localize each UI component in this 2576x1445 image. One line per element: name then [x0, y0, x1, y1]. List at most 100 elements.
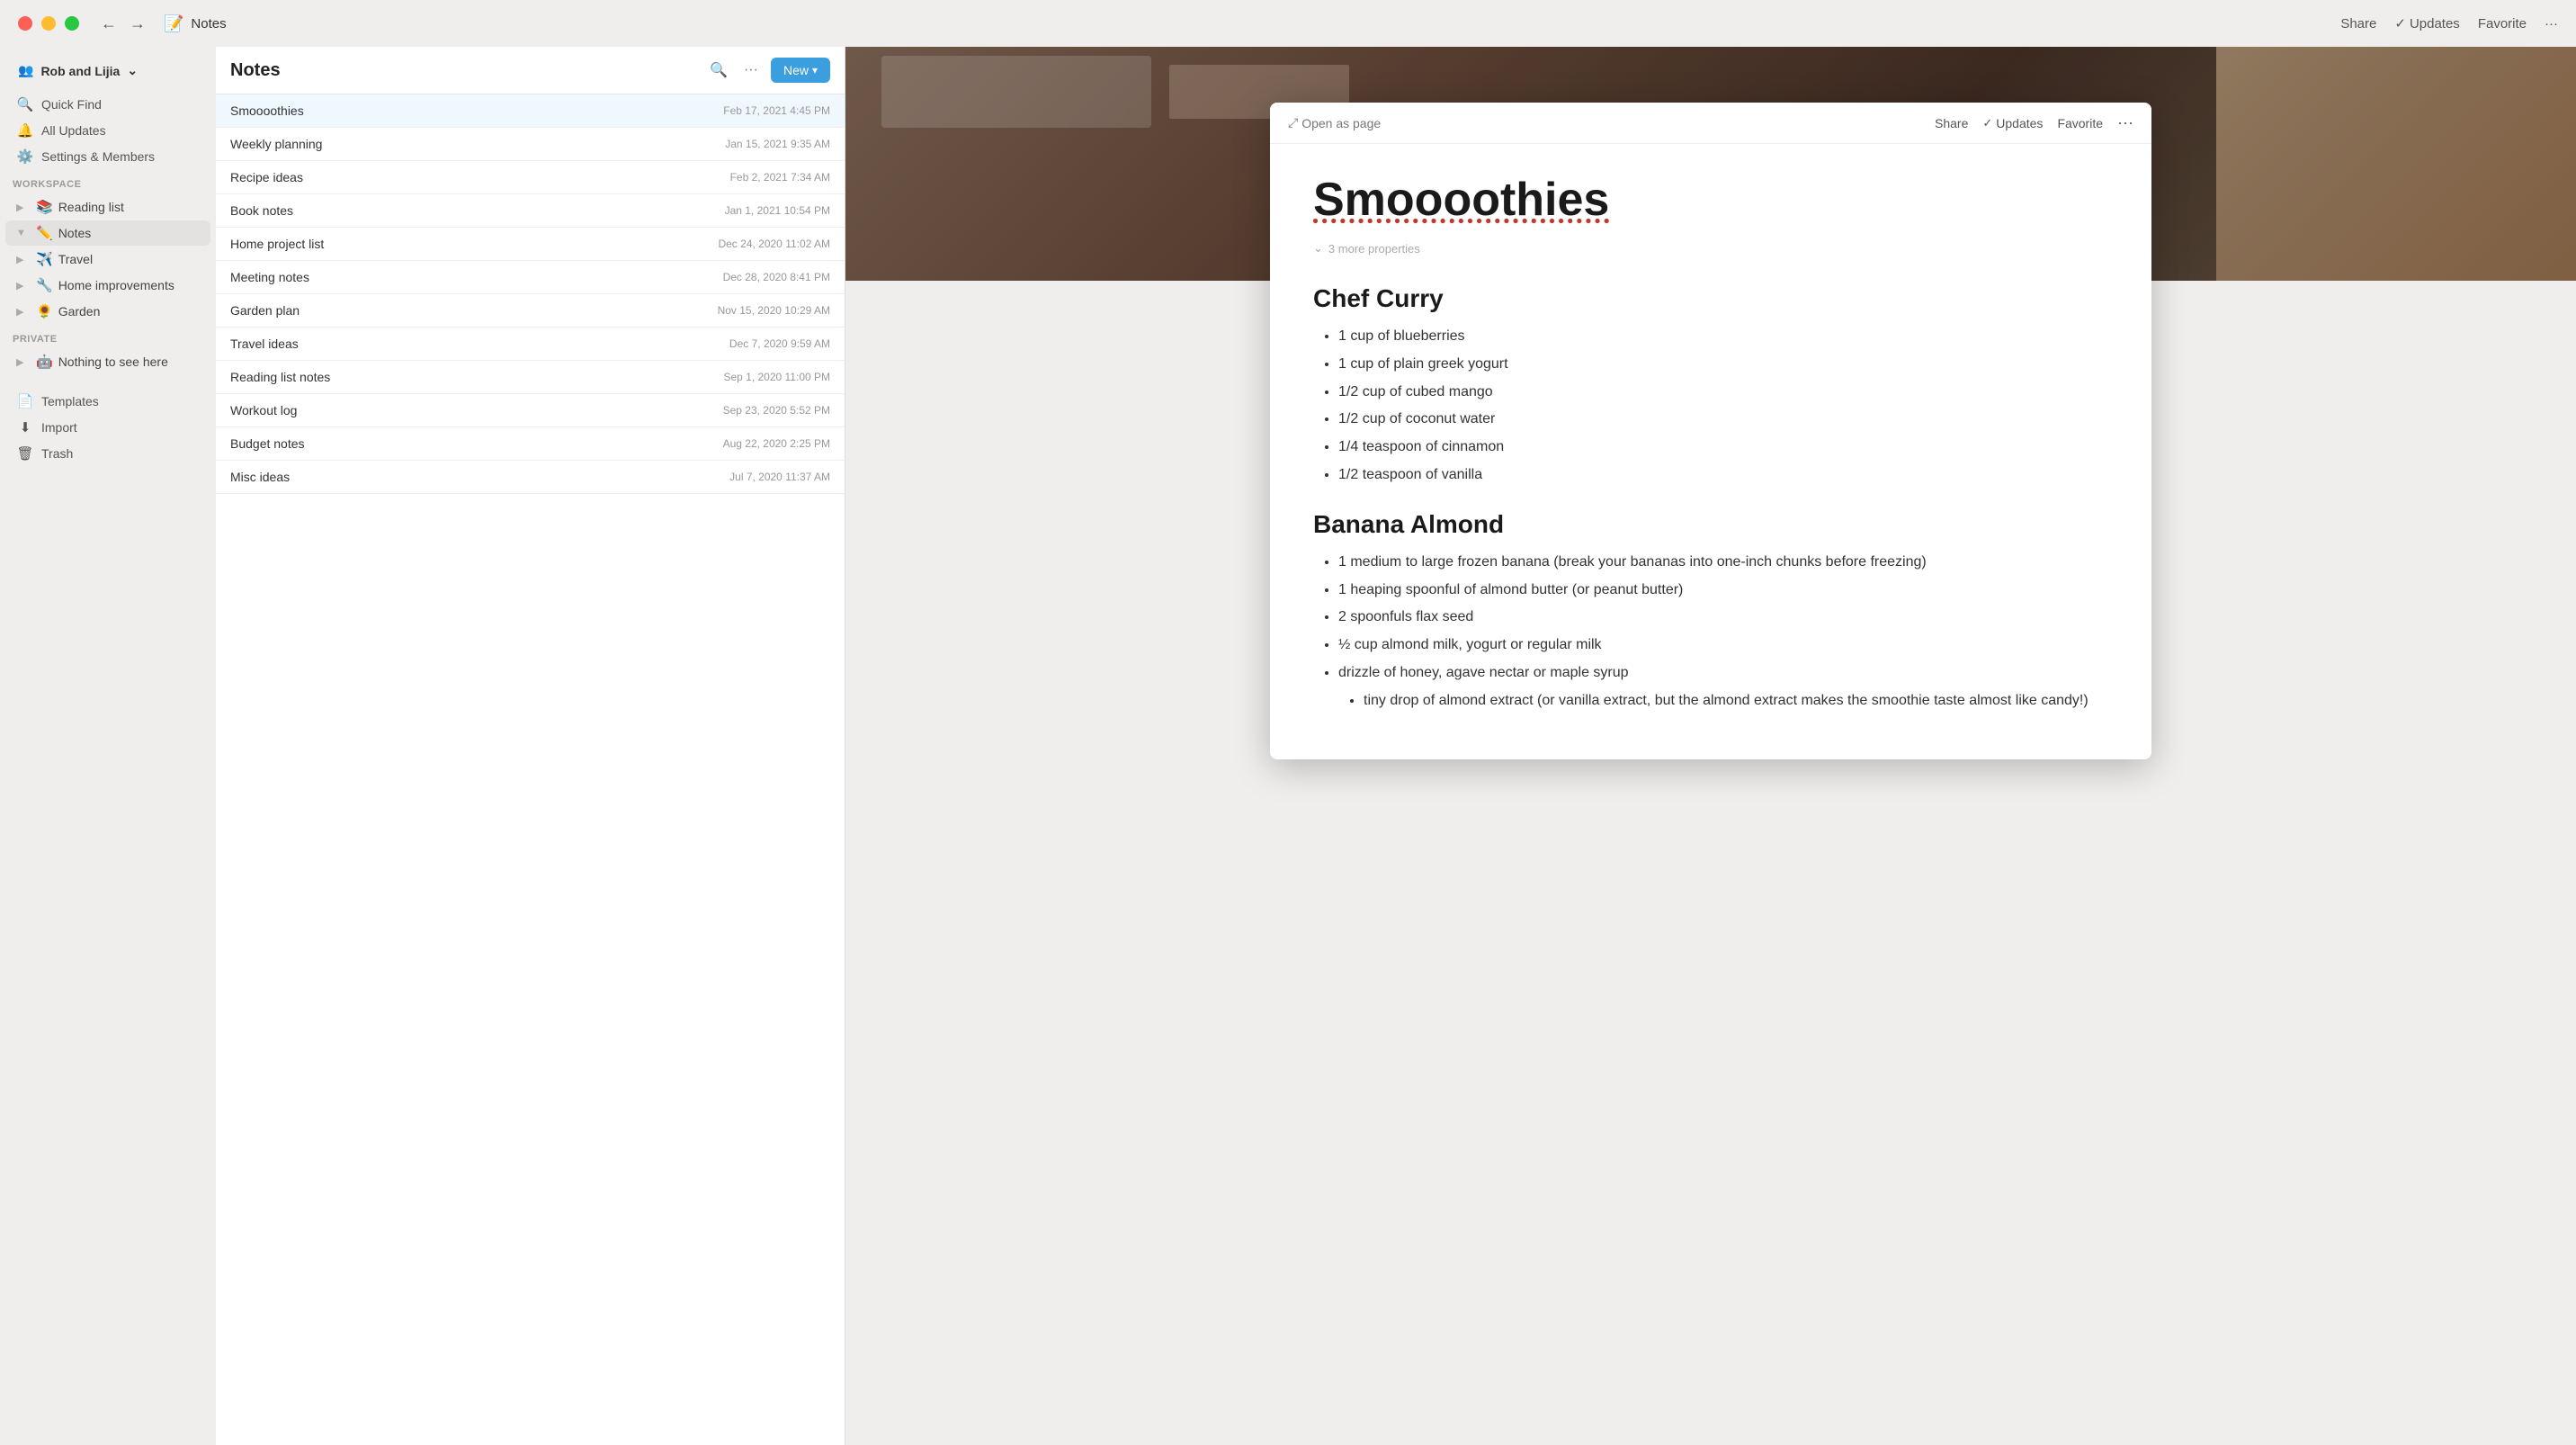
note-item[interactable]: Smoooothies Feb 17, 2021 4:45 PM: [216, 94, 845, 128]
collapse-icon: ▶: [16, 202, 31, 213]
note-item[interactable]: Meeting notes Dec 28, 2020 8:41 PM: [216, 261, 845, 294]
sidebar-item-travel[interactable]: ▶ ✈️ Travel: [5, 247, 210, 272]
maximize-button[interactable]: [65, 16, 79, 31]
app-icon: 📝: [164, 14, 183, 33]
doc-modal: ⤢ Open as page Share ✓ Updates Favorite …: [1270, 103, 2151, 759]
note-item[interactable]: Weekly planning Jan 15, 2021 9:35 AM: [216, 128, 845, 161]
note-title: Recipe ideas: [230, 170, 303, 184]
note-date: Aug 22, 2020 2:25 PM: [723, 437, 830, 450]
check-icon: ✓: [1982, 116, 1992, 130]
share-button[interactable]: Share: [2340, 16, 2376, 31]
banana-almond-list: 1 medium to large frozen banana (break y…: [1313, 550, 2108, 714]
modal-updates-button[interactable]: ✓ Updates: [1982, 116, 2043, 130]
note-item[interactable]: Reading list notes Sep 1, 2020 11:00 PM: [216, 361, 845, 394]
note-title: Workout log: [230, 403, 297, 417]
open-as-page-button[interactable]: ⤢ Open as page: [1288, 115, 1381, 130]
window-controls: [18, 16, 79, 31]
travel-icon: ✈️: [36, 251, 53, 267]
window-title: Notes: [191, 16, 226, 31]
more-properties-toggle[interactable]: ⌄ 3 more properties: [1313, 241, 2108, 256]
sidebar-item-notes[interactable]: ▼ ✏️ Notes: [5, 220, 210, 246]
reading-list-icon: 📚: [36, 199, 53, 215]
search-icon: 🔍: [16, 96, 34, 112]
collapse-icon: ▶: [16, 356, 31, 368]
modal-share-button[interactable]: Share: [1935, 116, 1968, 130]
notes-panel: Notes 🔍 ··· New ▾ Smoooothies Feb 17, 20…: [216, 47, 845, 1445]
updates-check-icon: ✓: [2394, 15, 2406, 31]
sidebar-item-label: All Updates: [41, 123, 106, 138]
collapse-icon: ▶: [16, 306, 31, 318]
workspace-name[interactable]: 👥 Rob and Lijia ⌄: [11, 58, 205, 84]
sidebar-top: 👥 Rob and Lijia ⌄: [0, 54, 216, 91]
sidebar-item-label: Quick Find: [41, 97, 102, 112]
notes-panel-header: Notes 🔍 ··· New ▾: [216, 47, 845, 94]
list-item: ½ cup almond milk, yogurt or regular mil…: [1338, 633, 2108, 659]
sidebar-item-reading-list[interactable]: ▶ 📚 Reading list: [5, 194, 210, 220]
notes-search-button[interactable]: 🔍: [706, 58, 731, 83]
sidebar-item-import[interactable]: ⬇ Import: [5, 415, 210, 440]
nav-back-button[interactable]: ←: [97, 13, 121, 35]
note-title: Reading list notes: [230, 370, 330, 384]
sidebar-item-trash[interactable]: 🗑 Trash: [5, 441, 210, 466]
note-title: Meeting notes: [230, 270, 309, 284]
note-date: Dec 7, 2020 9:59 AM: [729, 337, 830, 350]
note-item[interactable]: Garden plan Nov 15, 2020 10:29 AM: [216, 294, 845, 328]
sidebar-item-templates[interactable]: 📄 Templates: [5, 389, 210, 414]
sidebar-item-settings[interactable]: ⚙️ Settings & Members: [5, 144, 210, 169]
note-title: Garden plan: [230, 303, 300, 318]
import-icon: ⬇: [16, 419, 34, 435]
note-date: Nov 15, 2020 10:29 AM: [718, 304, 830, 317]
home-icon: 🔧: [36, 277, 53, 293]
sidebar-item-all-updates[interactable]: 🔔 All Updates: [5, 118, 210, 143]
new-note-button[interactable]: New ▾: [771, 58, 830, 83]
note-title: Smoooothies: [230, 103, 304, 118]
note-item[interactable]: Recipe ideas Feb 2, 2021 7:34 AM: [216, 161, 845, 194]
list-item: 2 spoonfuls flax seed: [1338, 605, 2108, 631]
sidebar-item-garden[interactable]: ▶ 🌻 Garden: [5, 299, 210, 324]
favorite-button[interactable]: Favorite: [2478, 16, 2527, 31]
open-as-page-label: Open as page: [1301, 116, 1381, 130]
sidebar-item-home-improvements[interactable]: ▶ 🔧 Home improvements: [5, 273, 210, 298]
nav-arrows: ← →: [97, 13, 149, 35]
open-page-icon: ⤢: [1288, 115, 1298, 130]
minimize-button[interactable]: [41, 16, 56, 31]
titlebar: ← → 📝 Notes Share ✓ Updates Favorite ···: [0, 0, 2576, 47]
sidebar-item-label: Notes: [58, 226, 92, 240]
templates-icon: 📄: [16, 393, 34, 409]
sidebar-item-label: Travel: [58, 252, 93, 266]
note-date: Dec 24, 2020 11:02 AM: [718, 238, 830, 250]
notes-more-button[interactable]: ···: [740, 58, 762, 82]
modal-favorite-button[interactable]: Favorite: [2057, 116, 2103, 130]
note-date: Jan 1, 2021 10:54 PM: [725, 204, 830, 217]
sidebar-item-label: Garden: [58, 304, 101, 319]
more-actions-button[interactable]: ···: [2545, 16, 2558, 31]
list-item: 1/2 teaspoon of vanilla: [1338, 462, 2108, 489]
nav-forward-button[interactable]: →: [126, 13, 149, 35]
sidebar-item-label: Home improvements: [58, 278, 174, 292]
sidebar: 👥 Rob and Lijia ⌄ 🔍 Quick Find 🔔 All Upd…: [0, 47, 216, 1445]
notes-panel-actions: 🔍 ··· New ▾: [706, 58, 830, 83]
note-item[interactable]: Book notes Jan 1, 2021 10:54 PM: [216, 194, 845, 228]
note-item[interactable]: Misc ideas Jul 7, 2020 11:37 AM: [216, 461, 845, 494]
notes-panel-title: Notes: [230, 60, 281, 81]
close-button[interactable]: [18, 16, 32, 31]
chef-curry-list: 1 cup of blueberries1 cup of plain greek…: [1313, 324, 2108, 489]
modal-content: Smoooothies ⌄ 3 more properties Chef Cur…: [1270, 144, 2151, 759]
titlebar-actions: Share ✓ Updates Favorite ···: [2340, 15, 2558, 31]
sidebar-item-private[interactable]: ▶ 🤖 Nothing to see here: [5, 349, 210, 374]
note-item[interactable]: Workout log Sep 23, 2020 5:52 PM: [216, 394, 845, 427]
note-item[interactable]: Home project list Dec 24, 2020 11:02 AM: [216, 228, 845, 261]
updates-button[interactable]: ✓ Updates: [2394, 15, 2459, 31]
new-button-label: New: [783, 63, 809, 77]
list-item: 1 medium to large frozen banana (break y…: [1338, 550, 2108, 576]
collapse-icon: ▼: [16, 228, 31, 238]
list-item: tiny drop of almond extract (or vanilla …: [1364, 688, 2108, 714]
note-date: Feb 17, 2021 4:45 PM: [723, 104, 830, 117]
note-item[interactable]: Budget notes Aug 22, 2020 2:25 PM: [216, 427, 845, 461]
note-date: Feb 2, 2021 7:34 AM: [730, 171, 830, 184]
note-item[interactable]: Travel ideas Dec 7, 2020 9:59 AM: [216, 328, 845, 361]
sidebar-item-quick-find[interactable]: 🔍 Quick Find: [5, 92, 210, 117]
modal-more-button[interactable]: ···: [2117, 113, 2133, 132]
workspace-section-header: WORKSPACE: [0, 170, 216, 193]
updates-label: Updates: [1996, 116, 2043, 130]
